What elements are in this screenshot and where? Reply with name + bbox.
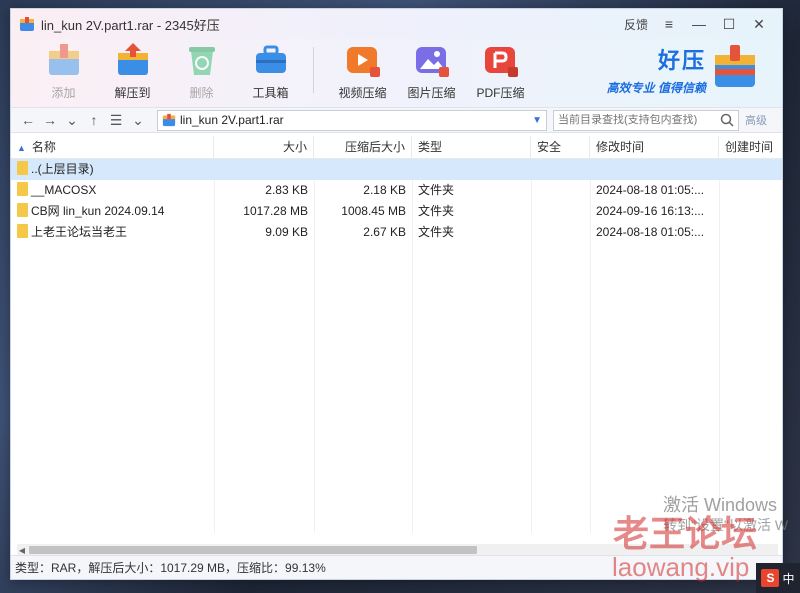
image-compress-label: 图片压缩 bbox=[407, 86, 456, 100]
pdf-compress-label: PDF压缩 bbox=[476, 86, 525, 100]
image-compress-icon bbox=[415, 47, 449, 77]
up-arrow-icon[interactable]: ↑ bbox=[83, 112, 105, 128]
folder-icon bbox=[17, 161, 28, 175]
table-row[interactable]: ..(上层目录) bbox=[11, 159, 782, 180]
ime-language: 中 bbox=[782, 571, 795, 586]
file-name: CB网 lin_kun 2024.09.14 bbox=[31, 204, 165, 218]
menu-icon[interactable]: ≡ bbox=[654, 16, 684, 32]
site-domain-watermark: laowang.vip bbox=[612, 552, 750, 582]
status-text: 类型：RAR，解压后大小：1017.29 MB，压缩比：99.13% bbox=[15, 561, 326, 575]
column-header-size[interactable]: 大小 bbox=[214, 135, 314, 159]
search-box bbox=[553, 109, 739, 131]
path-dropdown-icon[interactable]: ▼ bbox=[532, 115, 542, 126]
image-compress-button[interactable]: 图片压缩 bbox=[397, 41, 466, 101]
file-size: 2.83 KB bbox=[265, 183, 308, 197]
brand-slogan: 高效专业 值得信赖 bbox=[606, 81, 706, 95]
brand-logo: 好压 高效专业 值得信赖 bbox=[607, 43, 758, 96]
scroll-left-icon[interactable]: ◀ bbox=[17, 546, 27, 555]
table-row[interactable]: 上老王论坛当老王 9.09 KB 2.67 KB 文件夹 2024-08-18 … bbox=[11, 222, 782, 243]
window-title: lin_kun 2V.part1.rar - 2345好压 bbox=[41, 17, 220, 33]
brand-name: 好压 bbox=[657, 48, 706, 73]
file-modified: 2024-09-16 16:13:... bbox=[596, 204, 705, 218]
toolbar-divider bbox=[313, 47, 314, 93]
delete-label: 删除 bbox=[189, 86, 214, 100]
toolbox-icon bbox=[255, 45, 286, 73]
column-header-type[interactable]: 类型 bbox=[412, 135, 531, 159]
delete-button[interactable]: 删除 bbox=[167, 41, 236, 101]
close-icon[interactable]: ✕ bbox=[744, 16, 774, 33]
column-header-created[interactable]: 创建时间 bbox=[719, 136, 782, 159]
add-archive-icon bbox=[48, 44, 79, 75]
folder-icon bbox=[17, 224, 28, 238]
toolbar: 添加 解压到 删除 工具箱 视频压缩 图片压缩 PDF压缩 好压 高效专业 值得… bbox=[11, 39, 782, 107]
file-type: 文件夹 bbox=[418, 204, 455, 218]
file-name: ..(上层目录) bbox=[31, 162, 94, 176]
recycle-icon bbox=[188, 47, 215, 75]
file-type: 文件夹 bbox=[418, 183, 455, 197]
view-mode-icon[interactable]: ☰ bbox=[105, 112, 127, 129]
table-header: ▲ 名称 大小 压缩后大小 类型 安全 修改时间 创建时间 bbox=[11, 135, 782, 159]
video-compress-label: 视频压缩 bbox=[338, 86, 387, 100]
app-logo-icon bbox=[20, 17, 34, 31]
table-row[interactable]: CB网 lin_kun 2024.09.14 1017.28 MB 1008.4… bbox=[11, 201, 782, 222]
path-text: lin_kun 2V.part1.rar bbox=[180, 113, 284, 127]
file-modified: 2024-08-18 01:05:... bbox=[596, 225, 705, 239]
file-name: 上老王论坛当老王 bbox=[31, 225, 128, 239]
column-header-name[interactable]: ▲ 名称 bbox=[11, 135, 214, 159]
forward-arrow-icon[interactable]: → bbox=[39, 112, 61, 128]
search-input[interactable] bbox=[558, 114, 720, 126]
table-row[interactable]: __MACOSX 2.83 KB 2.18 KB 文件夹 2024-08-18 … bbox=[11, 180, 782, 201]
video-compress-button[interactable]: 视频压缩 bbox=[328, 41, 397, 101]
title-bar: lin_kun 2V.part1.rar - 2345好压 反馈 ≡ — ☐ ✕ bbox=[11, 9, 782, 39]
file-modified: 2024-08-18 01:05:... bbox=[596, 183, 705, 197]
feedback-link[interactable]: 反馈 bbox=[624, 16, 648, 33]
file-packed-size: 2.67 KB bbox=[363, 225, 406, 239]
maximize-icon[interactable]: ☐ bbox=[714, 16, 744, 33]
file-size: 1017.28 MB bbox=[243, 204, 308, 218]
extract-to-button[interactable]: 解压到 bbox=[98, 41, 167, 101]
toolbox-button[interactable]: 工具箱 bbox=[236, 41, 305, 101]
site-watermark: 老王论坛 bbox=[613, 513, 758, 554]
archive-icon bbox=[162, 113, 176, 127]
extract-to-label: 解压到 bbox=[114, 86, 151, 100]
file-name: __MACOSX bbox=[31, 183, 97, 197]
back-arrow-icon[interactable]: ← bbox=[17, 112, 39, 128]
file-packed-size: 1008.45 MB bbox=[341, 204, 406, 218]
ime-indicator[interactable]: S 中 bbox=[756, 563, 800, 593]
extract-icon bbox=[117, 43, 148, 75]
video-compress-icon bbox=[346, 47, 380, 77]
ime-logo-icon: S bbox=[761, 569, 780, 587]
table-body: ..(上层目录) __MACOSX 2.83 KB 2.18 KB 文件夹 20… bbox=[11, 159, 782, 533]
column-header-packed[interactable]: 压缩后大小 bbox=[314, 135, 412, 159]
advanced-search-link[interactable]: 高级 bbox=[745, 112, 767, 128]
address-bar: ← → ⌄ ↑ ☰ ⌄ lin_kun 2V.part1.rar ▼ 高级 bbox=[11, 107, 782, 133]
path-box[interactable]: lin_kun 2V.part1.rar ▼ bbox=[157, 109, 547, 131]
file-size: 9.09 KB bbox=[265, 225, 308, 239]
toolbox-label: 工具箱 bbox=[252, 86, 289, 100]
file-type: 文件夹 bbox=[418, 225, 455, 239]
add-button[interactable]: 添加 bbox=[29, 41, 98, 101]
file-packed-size: 2.18 KB bbox=[363, 183, 406, 197]
search-icon[interactable] bbox=[720, 113, 734, 127]
brand-box-icon bbox=[715, 45, 755, 87]
folder-icon bbox=[17, 203, 28, 217]
pdf-compress-button[interactable]: PDF压缩 bbox=[466, 41, 535, 101]
view-dropdown-icon[interactable]: ⌄ bbox=[127, 112, 149, 129]
folder-icon bbox=[17, 182, 28, 196]
sort-ascending-icon: ▲ bbox=[17, 142, 26, 153]
column-header-safety[interactable]: 安全 bbox=[531, 135, 590, 159]
column-header-modified[interactable]: 修改时间 bbox=[590, 135, 719, 159]
history-dropdown-icon[interactable]: ⌄ bbox=[61, 112, 83, 129]
minimize-icon[interactable]: — bbox=[684, 16, 714, 32]
pdf-compress-icon bbox=[484, 47, 518, 77]
scrollbar-thumb[interactable] bbox=[29, 546, 477, 554]
add-button-label: 添加 bbox=[51, 86, 76, 100]
